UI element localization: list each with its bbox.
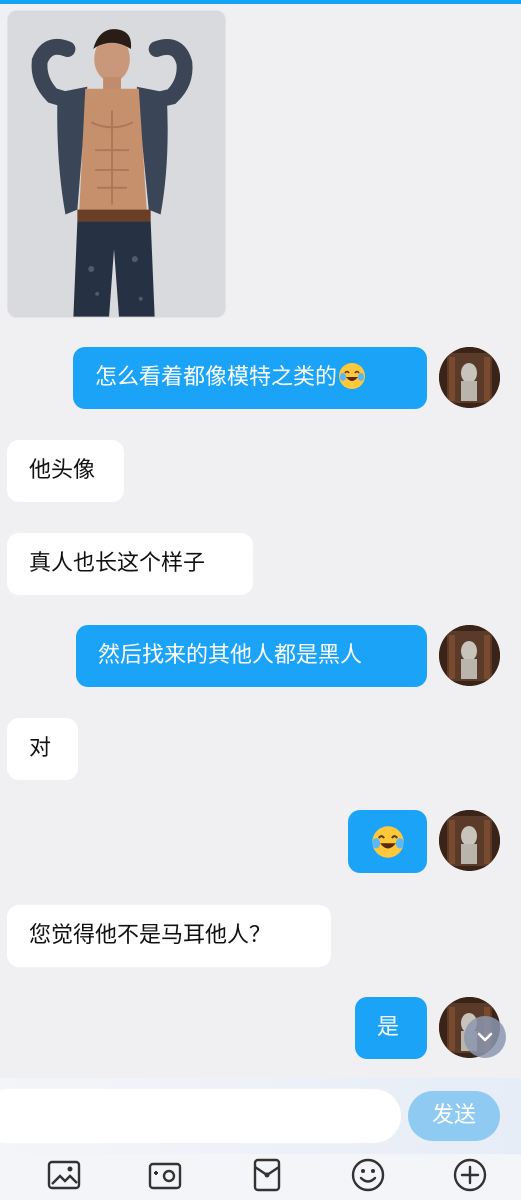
incoming-message-bubble[interactable]: 您觉得他不是马耳他人？	[7, 905, 331, 967]
message-input[interactable]	[0, 1089, 401, 1143]
message-text: 然后找来的其他人都是黑人	[98, 643, 363, 668]
tears-of-joy-emoji-icon	[371, 825, 404, 858]
image-icon[interactable]	[44, 1155, 84, 1195]
message-text: 真人也长这个样子	[29, 551, 206, 576]
incoming-message-bubble[interactable]: 对	[7, 718, 78, 780]
emoji-icon[interactable]	[348, 1155, 388, 1195]
plus-icon[interactable]	[450, 1155, 490, 1195]
send-button[interactable]: 发送	[408, 1091, 500, 1141]
outgoing-emoji-bubble[interactable]	[348, 810, 427, 873]
top-accent-strip	[0, 0, 521, 4]
incoming-message-bubble[interactable]: 他头像	[7, 440, 124, 502]
outgoing-message-bubble[interactable]: 然后找来的其他人都是黑人	[76, 625, 427, 687]
model-photo	[8, 11, 225, 317]
red-packet-icon[interactable]	[247, 1155, 287, 1195]
scroll-to-bottom-button[interactable]	[464, 1016, 506, 1058]
tears-of-joy-emoji-icon	[339, 363, 366, 389]
camera-icon[interactable]	[145, 1155, 185, 1195]
message-text: 对	[29, 736, 52, 761]
incoming-message-bubble[interactable]: 真人也长这个样子	[7, 533, 253, 595]
user-avatar[interactable]	[439, 347, 500, 408]
image-message[interactable]	[7, 10, 226, 318]
message-text: 怎么看着都像模特之类的	[95, 365, 338, 390]
chevron-down-icon	[477, 1032, 493, 1042]
message-text: 是	[377, 1015, 400, 1040]
message-text: 您觉得他不是马耳他人？	[29, 923, 272, 948]
message-text: 他头像	[29, 458, 96, 483]
outgoing-message-bubble[interactable]: 是	[355, 997, 427, 1059]
user-avatar[interactable]	[439, 625, 500, 686]
outgoing-message-bubble[interactable]: 怎么看着都像模特之类的	[73, 347, 427, 409]
user-avatar[interactable]	[439, 810, 500, 871]
